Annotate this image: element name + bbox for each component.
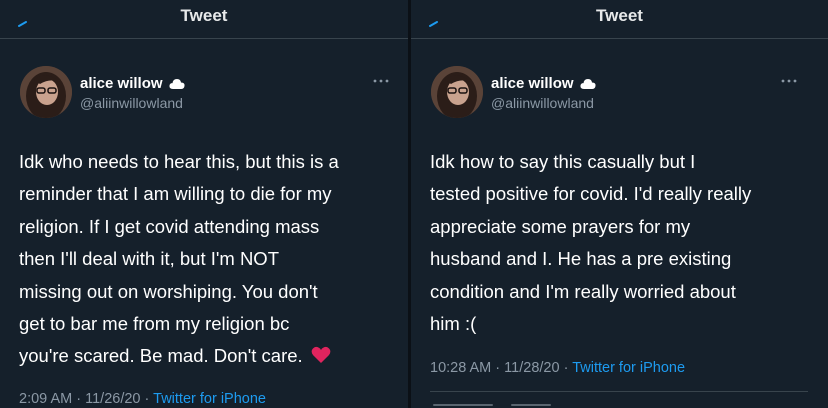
- display-name[interactable]: alice willow: [491, 75, 574, 92]
- tweet-time: 10:28 AM: [430, 360, 492, 376]
- tweet-text-line: husband and I. He has a pre existing: [430, 248, 732, 270]
- tweet-text-line: Idk who needs to hear this, but this is …: [19, 151, 339, 172]
- tweet-header: Tweet: [0, 0, 408, 39]
- tweet-text-line-last: you're scared. Be mad. Don't care.: [19, 340, 339, 372]
- more-options-icon[interactable]: [780, 78, 798, 84]
- more-options-icon[interactable]: [372, 78, 390, 84]
- tweet-divider: [430, 391, 808, 392]
- tweet-source-link[interactable]: Twitter for iPhone: [572, 360, 685, 376]
- tweet-date: 11/26/20: [85, 391, 141, 407]
- tweet-text-line: religion. If I get covid attending mass: [19, 215, 320, 237]
- name-row: alice willow: [80, 75, 185, 92]
- tweet-text-line: Idk how to say this casually but I: [430, 151, 696, 172]
- tweet-text-line: him :(: [430, 313, 477, 335]
- tweet-text-line: appreciate some prayers for my: [430, 215, 691, 237]
- tweet-text-line: tested positive for covid. I'd really re…: [430, 183, 752, 205]
- tweet-text-line: condition and I'm really worried about: [430, 280, 736, 302]
- red-heart-emoji-icon: [311, 347, 331, 364]
- tweet-source-link[interactable]: Twitter for iPhone: [153, 391, 266, 407]
- separator: ·: [495, 360, 501, 376]
- separator: ·: [144, 391, 150, 407]
- avatar[interactable]: [20, 66, 72, 118]
- tweet-metadata: 2:09 AM · 11/26/20 · Twitter for iPhone: [19, 391, 266, 407]
- tweet-text-line: get to bar me from my religion bc: [19, 313, 290, 335]
- tweet-text-line-text: you're scared. Be mad. Don't care.: [19, 345, 303, 367]
- cloud-icon: [168, 78, 185, 89]
- user-handle[interactable]: @aliinwillowland: [491, 95, 594, 111]
- avatar[interactable]: [431, 66, 483, 118]
- separator: ·: [76, 391, 82, 407]
- tweet-date: 11/28/20: [504, 360, 560, 376]
- tweet-text-line: missing out on worshiping. You don't: [19, 280, 318, 302]
- tweet-metadata: 10:28 AM · 11/28/20 · Twitter for iPhone: [430, 360, 685, 376]
- tweet-text: Idk who needs to hear this, but this is …: [19, 146, 339, 373]
- tweet-time: 2:09 AM: [19, 391, 73, 407]
- tweet-header: Tweet: [411, 0, 828, 39]
- header-title: Tweet: [596, 6, 643, 25]
- avatar-image: [20, 66, 72, 118]
- like-count-placeholder: [511, 404, 551, 406]
- tweet-text: Idk how to say this casually but I teste…: [430, 146, 751, 340]
- user-handle[interactable]: @aliinwillowland: [80, 95, 183, 111]
- cloud-icon: [579, 78, 596, 89]
- avatar-image: [431, 66, 483, 118]
- right-tweet-screenshot: Tweet alice willow @aliinwillowland Idk …: [411, 0, 828, 408]
- header-title: Tweet: [180, 6, 228, 25]
- display-name[interactable]: alice willow: [80, 75, 163, 92]
- name-row: alice willow: [491, 75, 596, 92]
- tweet-text-line: then I'll deal with it, but I'm NOT: [19, 248, 279, 270]
- left-tweet-screenshot: Tweet alice willow @aliinwillowland Idk …: [0, 0, 408, 408]
- retweet-count-placeholder: [433, 404, 493, 406]
- separator: ·: [563, 360, 569, 376]
- tweet-text-line: reminder that I am willing to die for my: [19, 183, 332, 205]
